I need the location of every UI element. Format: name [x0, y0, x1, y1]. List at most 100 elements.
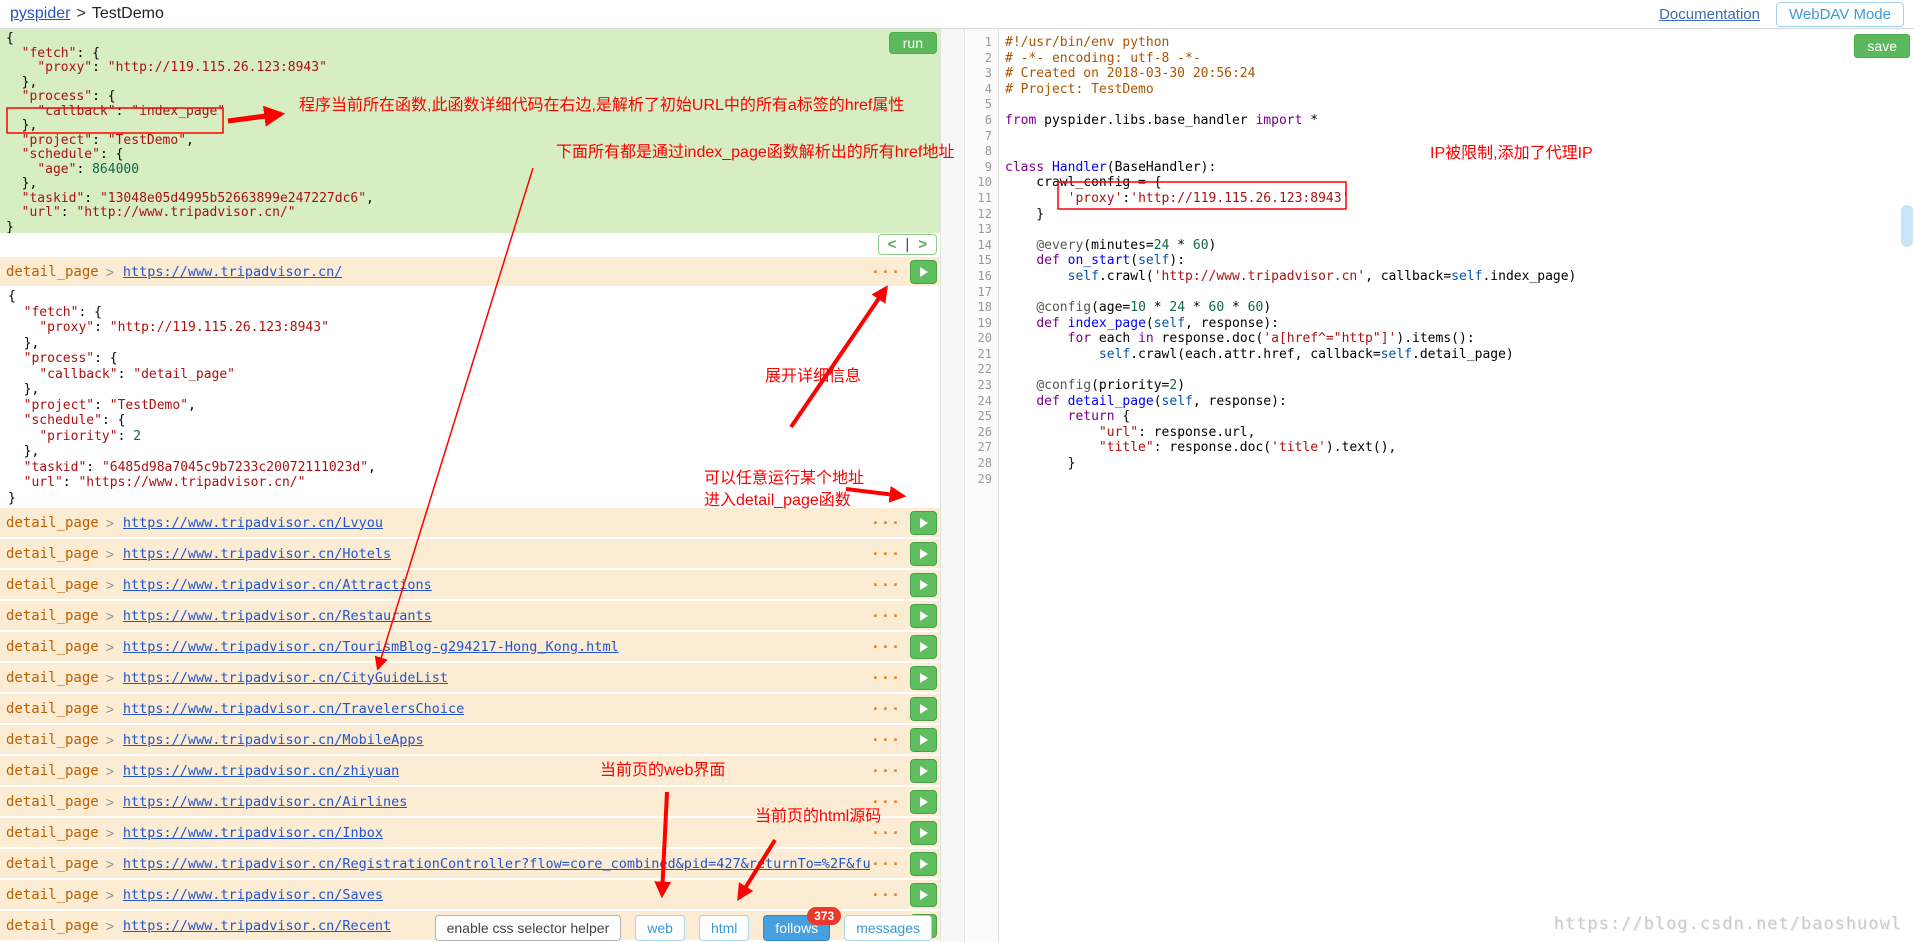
task-json-editor[interactable]: { "fetch": { "proxy": "http://119.115.26…	[0, 29, 940, 233]
run-task-button[interactable]	[910, 821, 937, 845]
row-actions: ···	[869, 697, 937, 721]
expand-task-button[interactable]: ···	[869, 762, 903, 780]
panel-splitter[interactable]	[940, 29, 965, 942]
row-separator: >	[106, 825, 114, 841]
run-task-button[interactable]	[910, 542, 937, 566]
play-icon	[920, 267, 928, 277]
expand-task-button[interactable]: ···	[869, 607, 903, 625]
run-task-button[interactable]	[910, 759, 937, 783]
follow-row: detail_page > https://www.tripadvisor.cn…	[0, 508, 940, 537]
code-editor[interactable]: 1234567891011121314151617181920212223242…	[965, 29, 1900, 942]
play-icon	[920, 859, 928, 869]
expand-task-button[interactable]: ···	[869, 576, 903, 594]
line-number: 2	[965, 51, 998, 67]
play-icon	[920, 704, 928, 714]
expand-task-button[interactable]: ···	[869, 793, 903, 811]
css-selector-helper-button[interactable]: enable css selector helper	[435, 915, 622, 941]
pagination-next-button[interactable]: >	[918, 236, 927, 253]
row-separator: >	[106, 856, 114, 872]
follow-row: detail_page > https://www.tripadvisor.cn…	[0, 849, 940, 878]
pagination-prev-button[interactable]: <	[888, 236, 897, 253]
run-task-button[interactable]	[910, 260, 937, 284]
callback-label: detail_page	[6, 264, 99, 280]
follow-url-link[interactable]: https://www.tripadvisor.cn/Hotels	[123, 546, 391, 562]
expand-task-button[interactable]: ···	[869, 545, 903, 563]
editor-scrollbar-thumb[interactable]	[1901, 205, 1913, 247]
expand-task-button[interactable]: ···	[869, 669, 903, 687]
row-separator: >	[106, 918, 114, 934]
run-task-button[interactable]	[910, 883, 937, 907]
follows-tab-button[interactable]: follows 373	[763, 915, 830, 941]
run-task-button[interactable]	[910, 728, 937, 752]
follow-url-link[interactable]: https://www.tripadvisor.cn/MobileApps	[123, 732, 424, 748]
follow-url-link[interactable]: https://www.tripadvisor.cn/Saves	[123, 887, 383, 903]
expand-task-button[interactable]: ···	[869, 886, 903, 904]
follow-url-link[interactable]: https://www.tripadvisor.cn/	[123, 264, 342, 280]
follow-url-link[interactable]: https://www.tripadvisor.cn/TravelersChoi…	[123, 701, 464, 717]
expand-task-button[interactable]: ···	[869, 638, 903, 656]
line-number: 7	[965, 129, 998, 145]
follow-url-link[interactable]: https://www.tripadvisor.cn/Inbox	[123, 825, 383, 841]
run-task-button[interactable]	[910, 697, 937, 721]
callback-label: detail_page	[6, 546, 99, 562]
run-task-button[interactable]	[910, 573, 937, 597]
breadcrumb-app-link[interactable]: pyspider	[10, 5, 70, 22]
row-actions: ···	[869, 821, 937, 845]
callback-label: detail_page	[6, 794, 99, 810]
web-tab-button[interactable]: web	[635, 915, 685, 941]
follow-url-link[interactable]: https://www.tripadvisor.cn/zhiyuan	[123, 763, 399, 779]
code-gutter: 1234567891011121314151617181920212223242…	[965, 29, 999, 942]
callback-label: detail_page	[6, 856, 99, 872]
pagination-control: < | >	[878, 234, 937, 255]
save-button[interactable]: save	[1854, 34, 1910, 58]
line-number: 28	[965, 456, 998, 472]
follow-url-link[interactable]: https://www.tripadvisor.cn/Restaurants	[123, 608, 432, 624]
callback-label: detail_page	[6, 918, 99, 934]
run-task-button[interactable]	[910, 635, 937, 659]
follow-row: detail_page > https://www.tripadvisor.cn…	[0, 725, 940, 754]
row-actions: ···	[869, 260, 937, 284]
run-task-button[interactable]	[910, 666, 937, 690]
play-icon	[920, 580, 928, 590]
follow-url-link[interactable]: https://www.tripadvisor.cn/TourismBlog-g…	[123, 639, 619, 655]
line-number: 14	[965, 238, 998, 254]
expand-task-button[interactable]: ···	[869, 514, 903, 532]
documentation-link[interactable]: Documentation	[1659, 6, 1760, 23]
line-number: 5	[965, 97, 998, 113]
run-task-button[interactable]	[910, 852, 937, 876]
line-number: 26	[965, 425, 998, 441]
play-icon	[920, 828, 928, 838]
debug-toolbar: enable css selector helper web html foll…	[435, 915, 932, 941]
webdav-mode-button[interactable]: WebDAV Mode	[1776, 2, 1904, 27]
follow-url-link[interactable]: https://www.tripadvisor.cn/RegistrationC…	[123, 856, 870, 872]
row-separator: >	[106, 670, 114, 686]
run-task-button[interactable]	[910, 790, 937, 814]
expand-task-button[interactable]: ···	[869, 824, 903, 842]
play-icon	[920, 735, 928, 745]
follows-count-badge: 373	[807, 907, 841, 925]
follow-url-link[interactable]: https://www.tripadvisor.cn/Recent	[123, 918, 391, 934]
expanded-task-json[interactable]: { "fetch": { "proxy": "http://119.115.26…	[0, 288, 940, 506]
run-button[interactable]: run	[889, 32, 937, 54]
html-tab-button[interactable]: html	[699, 915, 749, 941]
run-task-button[interactable]	[910, 511, 937, 535]
follow-url-link[interactable]: https://www.tripadvisor.cn/Airlines	[123, 794, 407, 810]
callback-label: detail_page	[6, 577, 99, 593]
follow-url-link[interactable]: https://www.tripadvisor.cn/Attractions	[123, 577, 432, 593]
follow-url-link[interactable]: https://www.tripadvisor.cn/Lvyou	[123, 515, 383, 531]
run-task-button[interactable]	[910, 604, 937, 628]
expand-task-button[interactable]: ···	[869, 855, 903, 873]
callback-label: detail_page	[6, 732, 99, 748]
play-icon	[920, 673, 928, 683]
play-icon	[920, 890, 928, 900]
follow-url-link[interactable]: https://www.tripadvisor.cn/CityGuideList	[123, 670, 448, 686]
expand-task-button[interactable]: ···	[869, 700, 903, 718]
follow-row: detail_page > https://www.tripadvisor.cn…	[0, 632, 940, 661]
play-icon	[920, 642, 928, 652]
follow-row: detail_page > https://www.tripadvisor.cn…	[0, 257, 940, 286]
expand-task-button[interactable]: ···	[869, 731, 903, 749]
expand-task-button[interactable]: ···	[869, 263, 903, 281]
callback-label: detail_page	[6, 763, 99, 779]
follow-row: detail_page > https://www.tripadvisor.cn…	[0, 570, 940, 599]
messages-tab-button[interactable]: messages	[844, 915, 932, 941]
